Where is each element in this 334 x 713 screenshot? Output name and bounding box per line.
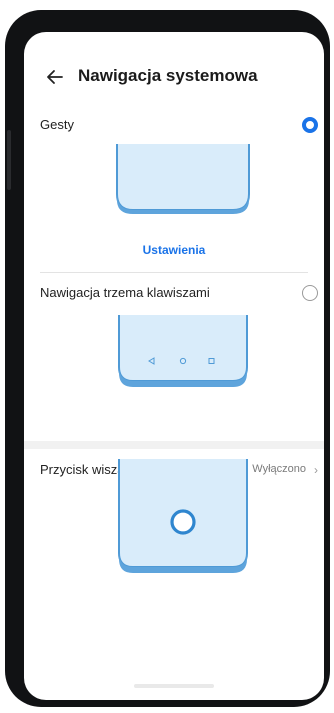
three-keys-illustration [117,315,249,391]
section-separator [24,441,324,449]
arrow-left-icon[interactable] [44,66,66,88]
option-three-keys-label: Nawigacja trzema klawiszami [40,285,210,300]
radio-unselected-icon[interactable] [302,285,318,301]
option-gestures[interactable]: Gesty [24,112,324,138]
option-three-keys[interactable]: Nawigacja trzema klawiszami [24,280,324,306]
floating-button-illustration [117,459,249,575]
chevron-right-icon[interactable]: › [314,463,318,477]
settings-link[interactable]: Ustawienia [24,243,324,257]
floating-button-status: Wyłączono [252,463,306,475]
screen: Nawigacja systemowa Gesty Ustawienia Naw… [24,32,324,700]
side-button [7,130,11,190]
page-title: Nawigacja systemowa [78,66,258,85]
option-gestures-label: Gesty [40,117,74,132]
divider [40,272,308,273]
phone-frame: Nawigacja systemowa Gesty Ustawienia Naw… [5,10,330,707]
app-header: Nawigacja systemowa [24,64,324,92]
home-indicator [134,684,214,688]
radio-selected-icon[interactable] [302,117,318,133]
gestures-illustration [115,144,251,216]
